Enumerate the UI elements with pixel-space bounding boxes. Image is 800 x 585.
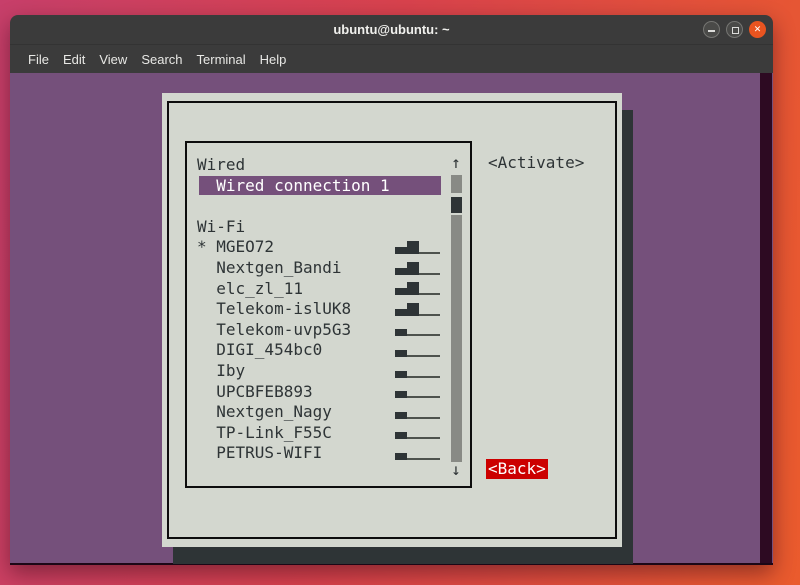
terminal-viewport: Wired Wired connection 1 Wi-Fi* MGEO72 Ne… <box>10 73 773 565</box>
section-label-text: Wi-Fi <box>187 217 470 238</box>
maximize-button[interactable] <box>726 21 743 38</box>
network-row[interactable]: Telekom-islUK8 <box>187 299 470 320</box>
network-row[interactable]: Nextgen_Nagy <box>187 402 470 423</box>
menu-item-file[interactable]: File <box>28 52 49 67</box>
minimize-button[interactable] <box>703 21 720 38</box>
section-label-text: Wired <box>187 155 470 176</box>
window-title: ubuntu@ubuntu: ~ <box>10 15 773 45</box>
scroll-down-icon[interactable]: ↓ <box>449 460 463 480</box>
signal-strength-icon <box>395 322 440 336</box>
desktop-wallpaper: ubuntu@ubuntu: ~ ✕ File Edit View Search Ter… <box>0 0 800 585</box>
network-row[interactable]: Wired connection 1 <box>187 176 470 197</box>
titlebar[interactable]: ubuntu@ubuntu: ~ ✕ <box>10 15 773 45</box>
list-spacer-row <box>187 196 470 217</box>
scrollbar-track[interactable] <box>451 215 462 462</box>
network-name: Wired connection 1 <box>187 176 470 197</box>
nmtui-dialog: Wired Wired connection 1 Wi-Fi* MGEO72 Ne… <box>162 93 622 547</box>
network-row[interactable]: TP-Link_F55C <box>187 423 470 444</box>
network-row[interactable]: DIGI_454bc0 <box>187 340 470 361</box>
menu-item-help[interactable]: Help <box>260 52 287 67</box>
menu-item-edit[interactable]: Edit <box>63 52 85 67</box>
window-controls: ✕ <box>703 21 766 38</box>
signal-strength-icon <box>395 261 440 275</box>
activate-button[interactable]: <Activate> <box>488 153 584 172</box>
section-label-wired: Wired <box>187 155 470 176</box>
menu-item-terminal[interactable]: Terminal <box>197 52 246 67</box>
network-row[interactable]: Iby <box>187 361 470 382</box>
signal-strength-icon <box>395 446 440 460</box>
signal-strength-icon <box>395 281 440 295</box>
signal-strength-icon <box>395 384 440 398</box>
network-row[interactable]: UPCBFEB893 <box>187 382 470 403</box>
menubar: File Edit View Search Terminal Help <box>10 45 773 73</box>
scroll-up-icon[interactable]: ↑ <box>449 153 463 173</box>
terminal-scrollbar-gutter[interactable] <box>760 73 772 563</box>
scrollbar-track[interactable] <box>451 175 462 193</box>
menu-item-view[interactable]: View <box>99 52 127 67</box>
signal-strength-icon <box>395 240 440 254</box>
network-row[interactable]: * MGEO72 <box>187 237 470 258</box>
network-row[interactable]: elc_zl_11 <box>187 279 470 300</box>
back-button[interactable]: <Back> <box>486 459 548 479</box>
terminal-window: ubuntu@ubuntu: ~ ✕ File Edit View Search Ter… <box>10 15 773 565</box>
signal-strength-icon <box>395 405 440 419</box>
menu-item-search[interactable]: Search <box>141 52 182 67</box>
signal-strength-icon <box>395 343 440 357</box>
connection-list: Wired Wired connection 1 Wi-Fi* MGEO72 Ne… <box>185 141 472 488</box>
signal-strength-icon <box>395 425 440 439</box>
signal-strength-icon <box>395 302 440 316</box>
connection-list-rows: Wired Wired connection 1 Wi-Fi* MGEO72 Ne… <box>187 143 470 486</box>
network-row[interactable]: Nextgen_Bandi <box>187 258 470 279</box>
section-label-wi-fi: Wi-Fi <box>187 217 470 238</box>
scrollbar-thumb[interactable] <box>451 197 462 213</box>
close-button[interactable]: ✕ <box>749 21 766 38</box>
signal-strength-icon <box>395 364 440 378</box>
network-row[interactable]: Telekom-uvp5G3 <box>187 320 470 341</box>
network-row[interactable]: PETRUS-WIFI <box>187 443 470 464</box>
